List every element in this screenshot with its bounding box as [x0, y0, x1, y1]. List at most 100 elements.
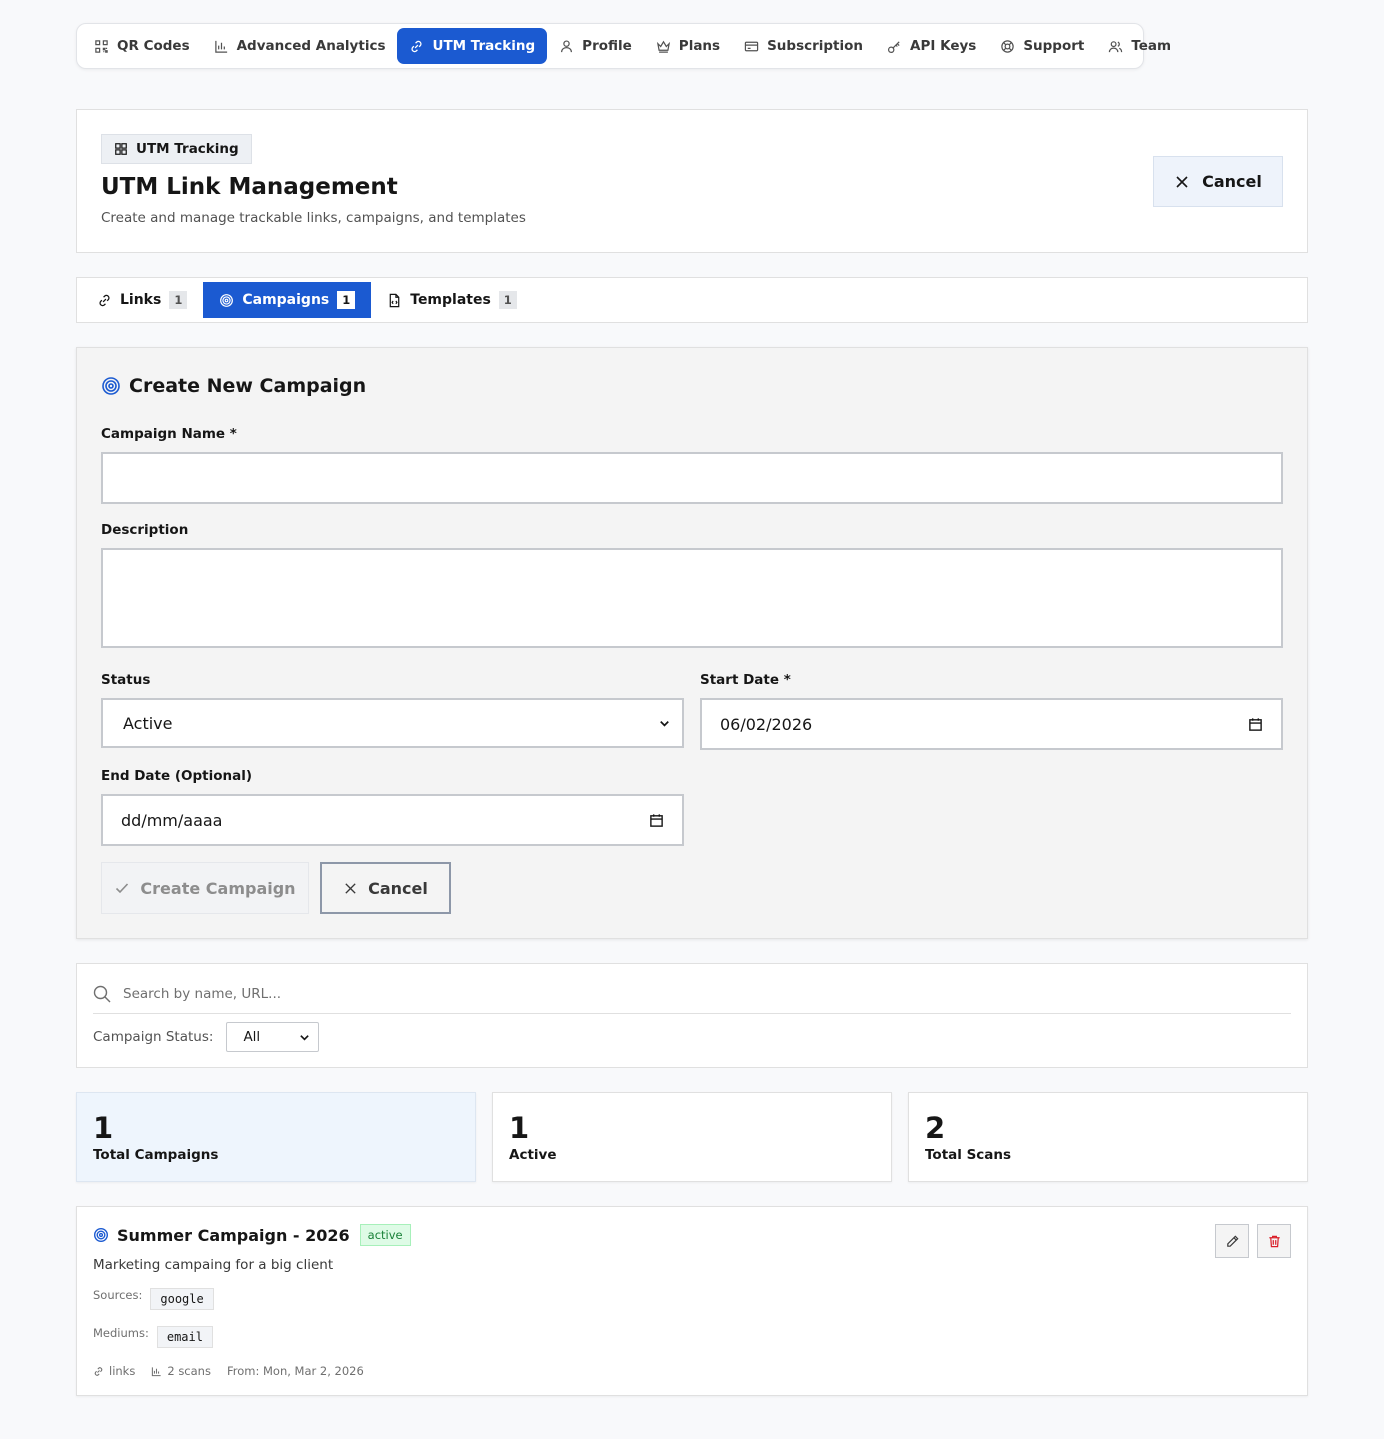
campaign-status-filter: Campaign Status: All: [93, 1022, 320, 1052]
page-title: UTM Link Management: [101, 174, 398, 200]
qr-code-icon: [94, 39, 109, 54]
top-navigation: QR Codes Advanced Analytics UTM Tracking…: [76, 23, 1171, 69]
stat-total-campaigns: 1 Total Campaigns: [76, 1092, 476, 1182]
form-title-text: Create New Campaign: [129, 375, 367, 397]
campaign-status-label: Campaign Status:: [93, 1029, 214, 1045]
nav-item-subscription[interactable]: Subscription: [732, 28, 875, 64]
nav-item-utm-tracking[interactable]: UTM Tracking: [397, 28, 548, 64]
medium-chip: email: [156, 1326, 213, 1348]
filter-panel: Campaign Status: All: [76, 963, 1308, 1068]
tabs-bar: Links 1 Campaigns 1 Templates 1: [76, 277, 1308, 323]
nav-item-label: Advanced Analytics: [236, 38, 386, 54]
create-campaign-form: Create New Campaign Campaign Name * Desc…: [76, 347, 1308, 939]
edit-campaign-button[interactable]: [1215, 1224, 1249, 1258]
stat-total-scans: 2 Total Scans: [908, 1092, 1308, 1182]
tab-count-badge: 1: [169, 291, 188, 309]
users-icon: [1108, 39, 1123, 54]
tab-templates[interactable]: Templates 1: [371, 282, 533, 318]
form-cancel-button[interactable]: Cancel: [320, 862, 451, 914]
nav-item-label: Plans: [678, 38, 721, 54]
scans-text: 2 scans: [167, 1364, 211, 1378]
tab-count-badge: 1: [337, 291, 356, 309]
page-subtitle: Create and manage trackable links, campa…: [101, 210, 526, 226]
end-date-value: dd/mm/aaaa: [121, 810, 223, 830]
stat-value: 2: [925, 1111, 946, 1145]
campaign-status-value: All: [243, 1029, 261, 1045]
sources-label: Sources:: [93, 1288, 143, 1302]
status-badge: active: [359, 1224, 411, 1246]
page-header: UTM Tracking UTM Link Management Create …: [76, 109, 1308, 253]
start-date-input[interactable]: 06/02/2026: [700, 698, 1283, 750]
scans-count: 2 scans: [151, 1364, 211, 1378]
campaign-status-select[interactable]: All: [226, 1022, 320, 1052]
status-label: Status: [101, 672, 151, 688]
delete-campaign-button[interactable]: [1257, 1224, 1291, 1258]
chevron-down-icon: [657, 716, 672, 731]
status-select-value: Active: [123, 713, 173, 733]
status-select[interactable]: Active: [101, 698, 684, 748]
key-icon: [887, 39, 902, 54]
campaign-name-label: Campaign Name *: [101, 426, 237, 442]
tab-campaigns[interactable]: Campaigns 1: [203, 282, 372, 318]
nav-item-support[interactable]: Support: [988, 28, 1096, 64]
tab-links[interactable]: Links 1: [81, 282, 203, 318]
stat-value: 1: [93, 1111, 114, 1145]
target-icon: [93, 1227, 109, 1243]
cancel-label: Cancel: [1202, 172, 1262, 191]
source-chip: google: [150, 1288, 214, 1310]
nav-item-qr-codes[interactable]: QR Codes: [82, 28, 202, 64]
breadcrumb: UTM Tracking: [101, 134, 252, 164]
campaign-start-date: From: Mon, Mar 2, 2026: [226, 1364, 364, 1378]
nav-item-label: Profile: [582, 38, 632, 54]
link-icon: [409, 39, 424, 54]
bar-chart-icon: [214, 39, 229, 54]
header-cancel-button[interactable]: Cancel: [1153, 156, 1283, 207]
end-date-label: End Date (Optional): [101, 768, 253, 784]
target-icon: [219, 293, 234, 308]
search-bar: [93, 974, 1291, 1014]
nav-item-plans[interactable]: Plans: [644, 28, 732, 64]
start-date-value: 06/02/2026: [720, 714, 813, 734]
campaign-description: Marketing campaing for a big client: [93, 1257, 334, 1273]
tab-label: Links: [120, 292, 162, 308]
checkmark-icon: [114, 880, 130, 896]
crown-icon: [656, 39, 671, 54]
tab-label: Campaigns: [242, 292, 330, 308]
stat-label: Active: [509, 1147, 557, 1163]
campaign-sources: Sources: google: [93, 1288, 214, 1310]
campaign-mediums: Mediums: email: [93, 1326, 213, 1348]
campaign-name-input[interactable]: [101, 452, 1283, 504]
calendar-icon[interactable]: [1248, 717, 1263, 732]
form-title: Create New Campaign: [101, 375, 366, 397]
start-date-label: Start Date *: [700, 672, 791, 688]
user-icon: [559, 39, 574, 54]
nav-item-advanced-analytics[interactable]: Advanced Analytics: [202, 28, 398, 64]
nav-item-profile[interactable]: Profile: [547, 28, 644, 64]
nav-item-api-keys[interactable]: API Keys: [875, 28, 988, 64]
pencil-icon: [1225, 1234, 1240, 1249]
stat-active: 1 Active: [492, 1092, 892, 1182]
nav-item-team[interactable]: Team: [1096, 28, 1183, 64]
stat-value: 1: [509, 1111, 530, 1145]
calendar-icon[interactable]: [649, 813, 664, 828]
nav-item-label: Support: [1023, 38, 1085, 54]
mediums-label: Mediums:: [93, 1326, 149, 1340]
end-date-input[interactable]: dd/mm/aaaa: [101, 794, 684, 846]
credit-card-icon: [744, 39, 759, 54]
target-icon: [101, 376, 121, 396]
nav-item-label: QR Codes: [117, 38, 190, 54]
search-input[interactable]: [123, 985, 1291, 1002]
breadcrumb-label: UTM Tracking: [136, 141, 239, 157]
stat-label: Total Scans: [925, 1147, 1012, 1163]
grid-icon: [114, 142, 128, 156]
stat-label: Total Campaigns: [93, 1147, 219, 1163]
campaign-title-row: Summer Campaign - 2026 active: [93, 1224, 411, 1246]
campaign-card: Summer Campaign - 2026 active Marketing …: [76, 1206, 1308, 1396]
description-textarea[interactable]: [101, 548, 1283, 648]
campaign-name: Summer Campaign - 2026: [117, 1225, 350, 1245]
close-icon: [1174, 174, 1190, 190]
create-campaign-button[interactable]: Create Campaign: [101, 862, 309, 914]
tab-count-badge: 1: [498, 291, 517, 309]
search-icon: [93, 985, 111, 1003]
link-icon: [97, 293, 112, 308]
